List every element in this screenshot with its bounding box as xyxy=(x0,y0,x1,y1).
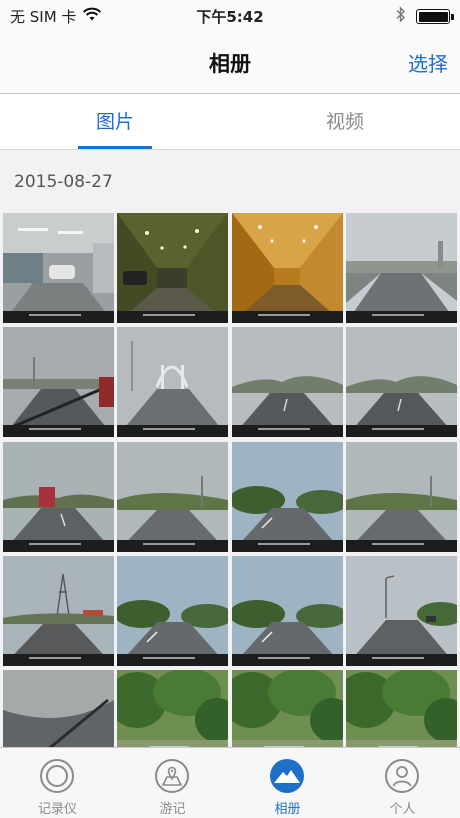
page-title: 相册 xyxy=(209,52,251,76)
photo-thumbnail[interactable] xyxy=(3,213,114,323)
photo-grid xyxy=(3,213,460,747)
photo-thumbnail[interactable] xyxy=(345,327,457,438)
tab-pictures[interactable]: 图片 xyxy=(0,94,230,150)
tab-recorder-label: 记录仪 xyxy=(37,802,77,817)
photo-thumbnail[interactable] xyxy=(3,327,114,438)
tab-bar: 记录仪 游记 相册 个人 xyxy=(0,747,460,818)
select-button[interactable]: 选择 xyxy=(408,48,448,77)
photo-thumbnail[interactable] xyxy=(117,213,229,323)
photo-thumbnail[interactable] xyxy=(117,441,229,552)
photo-thumbnail[interactable] xyxy=(231,327,343,438)
mountain-album-icon xyxy=(269,758,305,794)
tab-travel-notes-label: 游记 xyxy=(159,802,186,817)
bluetooth-icon xyxy=(396,6,406,27)
tab-album-label: 相册 xyxy=(274,802,301,817)
photo-thumbnail[interactable] xyxy=(3,555,114,666)
status-right xyxy=(396,6,454,27)
photo-thumbnail[interactable] xyxy=(117,670,229,747)
photo-thumbnail[interactable] xyxy=(345,441,457,552)
battery-icon xyxy=(416,9,454,24)
photo-thumbnail[interactable] xyxy=(231,213,343,323)
tab-profile-label: 个人 xyxy=(389,802,416,817)
status-time: 下午5:42 xyxy=(196,8,264,26)
active-tab-indicator xyxy=(78,146,152,149)
photo-thumbnail[interactable] xyxy=(231,441,343,552)
photo-thumbnail[interactable] xyxy=(117,327,229,438)
nav-bar: 相册 选择 xyxy=(0,32,460,94)
tab-profile[interactable]: 个人 xyxy=(345,748,460,818)
photo-thumbnail[interactable] xyxy=(117,555,229,666)
media-type-tabs: 图片 视频 xyxy=(0,94,460,150)
photo-thumbnail[interactable] xyxy=(345,670,457,747)
photo-thumbnail[interactable] xyxy=(345,213,457,323)
status-bar: 无 SIM 卡 下午5:42 xyxy=(0,0,460,32)
section-date: 2015-08-27 xyxy=(14,172,113,192)
map-pin-icon xyxy=(154,758,190,794)
person-icon xyxy=(384,758,420,794)
battery-level xyxy=(418,11,448,22)
tab-travel-notes[interactable]: 游记 xyxy=(115,748,230,818)
camera-ring-icon xyxy=(39,758,75,794)
photo-thumbnail[interactable] xyxy=(3,441,114,552)
tab-album[interactable]: 相册 xyxy=(230,748,345,818)
tab-recorder[interactable]: 记录仪 xyxy=(0,748,115,818)
photo-thumbnail[interactable] xyxy=(345,555,457,666)
photo-thumbnail[interactable] xyxy=(231,670,343,747)
photo-thumbnail[interactable] xyxy=(3,670,114,747)
photo-thumbnail[interactable] xyxy=(231,555,343,666)
tab-videos[interactable]: 视频 xyxy=(230,94,460,150)
